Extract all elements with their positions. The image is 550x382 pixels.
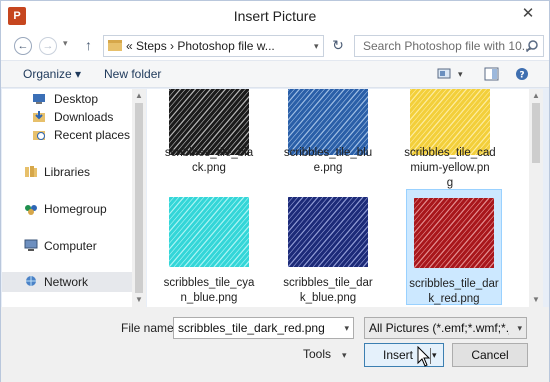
chevron-down-icon: ▾ <box>517 323 522 333</box>
scroll-up-arrow[interactable]: ▲ <box>135 91 143 100</box>
svg-text:?: ? <box>519 71 524 81</box>
folder-icon <box>108 40 122 51</box>
back-button[interactable]: ← <box>14 37 32 55</box>
file-type-select[interactable]: All Pictures (*.emf;*.wmf;*.jpg;* ▾ <box>364 317 527 339</box>
address-dropdown[interactable]: ▾ <box>314 41 319 52</box>
file-name-line: scribbles_tile_bla <box>164 147 254 159</box>
search-input[interactable]: Search Photoshop file with 10... <box>354 35 544 57</box>
sidebar-item-label: Recent places <box>54 128 131 142</box>
file-name-line: ck.png <box>192 162 226 174</box>
scroll-thumb[interactable] <box>135 103 143 293</box>
sidebar-item-label: Libraries <box>44 165 91 179</box>
file-tile[interactable]: scribbles_tile_dar k_blue.png <box>272 195 384 304</box>
file-type-value: All Pictures (*.emf;*.wmf;*.jpg;* <box>369 321 509 335</box>
sidebar-item-label: Homegroup <box>44 202 107 216</box>
sidebar-item-recent-places[interactable]: Recent places <box>2 125 132 145</box>
file-thumbnail <box>169 197 249 267</box>
sidebar-item-network[interactable]: Network <box>2 272 132 292</box>
help-icon[interactable]: ? <box>515 67 531 81</box>
sidebar-item-homegroup[interactable]: Homegroup <box>2 199 132 219</box>
window-title: Insert Picture <box>233 8 317 24</box>
view-icon[interactable] <box>437 67 453 81</box>
file-thumbnail <box>288 197 368 267</box>
mouse-pointer-icon <box>417 346 431 367</box>
tools-menu[interactable]: Tools <box>303 347 331 361</box>
file-name-line: scribbles_tile_blu <box>283 147 373 159</box>
sidebar-item-label: Computer <box>44 239 97 253</box>
organize-menu[interactable]: Organize ▾ <box>23 67 81 81</box>
insert-picture-dialog: P Insert Picture ✕ ← → ▾ ↑ « Steps › Pho… <box>0 0 550 382</box>
file-name-line: n_blue.png <box>180 292 238 304</box>
file-name-line: e.png <box>313 162 343 174</box>
file-name-value: scribbles_tile_dark_red.png <box>178 321 325 335</box>
scroll-thumb[interactable] <box>532 103 540 163</box>
sidebar-scrollbar[interactable]: ▲ ▼ <box>132 89 146 307</box>
homegroup-icon <box>25 205 37 215</box>
close-button[interactable]: ✕ <box>515 3 541 25</box>
scroll-down-arrow[interactable]: ▼ <box>135 295 143 304</box>
sidebar-item-label: Desktop <box>54 92 99 106</box>
scroll-up-arrow[interactable]: ▲ <box>532 91 540 100</box>
file-thumbnail <box>414 198 494 268</box>
file-name-line: k_red.png <box>428 293 480 305</box>
libraries-icon <box>25 166 37 177</box>
file-name-input[interactable]: scribbles_tile_dark_red.png ▾ <box>173 317 354 339</box>
sidebar-item-label: Downloads <box>54 110 114 124</box>
scroll-down-arrow[interactable]: ▼ <box>532 295 540 304</box>
file-tile[interactable]: scribbles_tile_bla ck.png <box>153 89 265 185</box>
desktop-icon <box>33 94 45 104</box>
computer-icon <box>24 239 38 251</box>
file-list-scrollbar[interactable]: ▲ ▼ <box>529 89 543 307</box>
file-tile[interactable]: scribbles_tile_blu e.png <box>272 89 384 185</box>
preview-pane-icon[interactable] <box>484 67 500 81</box>
file-name-line: mium-yellow.pn <box>410 162 490 174</box>
insert-label: Insert <box>383 348 414 362</box>
recent-places-icon <box>33 131 45 140</box>
file-tile-selected[interactable]: scribbles_tile_dar k_red.png <box>406 189 502 305</box>
sidebar-item-label: Network <box>44 275 89 289</box>
sidebar-item-desktop[interactable]: Desktop <box>2 89 132 109</box>
search-icon <box>525 40 538 53</box>
recent-locations-dropdown[interactable]: ▾ <box>63 38 68 49</box>
file-name-line: scribbles_tile_cad <box>404 147 496 159</box>
up-button[interactable]: ↑ <box>85 37 92 53</box>
file-name-line: k_blue.png <box>299 292 357 304</box>
navigation-bar: ← → ▾ ↑ « Steps › Photoshop file w... ▾ … <box>1 31 549 61</box>
sidebar-item-computer[interactable]: Computer <box>2 236 132 256</box>
title-bar: P Insert Picture ✕ <box>1 1 549 31</box>
command-toolbar: Organize ▾ New folder ▾ ? <box>1 61 549 88</box>
refresh-button[interactable]: ↻ <box>328 35 348 57</box>
file-list: scribbles_tile_bla ck.png scribbles_tile… <box>147 89 529 307</box>
address-bar[interactable]: « Steps › Photoshop file w... <box>103 35 324 57</box>
navigation-pane: Desktop Downloads Recent places Librarie… <box>2 89 132 307</box>
dialog-footer: File name: scribbles_tile_dark_red.png ▾… <box>1 307 549 382</box>
file-name-line: scribbles_tile_dar <box>283 277 373 289</box>
search-placeholder: Search Photoshop file with 10... <box>363 39 532 53</box>
address-path: « Steps › Photoshop file w... <box>126 39 275 53</box>
new-folder-button[interactable]: New folder <box>104 67 161 81</box>
network-icon <box>26 276 36 286</box>
insert-options-arrow[interactable]: ▾ <box>432 350 437 361</box>
file-tile[interactable]: scribbles_tile_cad mium-yellow.pn g <box>394 89 506 189</box>
chevron-down-icon: ▾ <box>342 350 347 360</box>
file-name-line: scribbles_tile_cya <box>163 277 255 289</box>
cancel-button[interactable]: Cancel <box>452 343 528 367</box>
forward-button[interactable]: → <box>39 37 57 55</box>
chevron-down-icon[interactable]: ▾ <box>344 323 349 334</box>
sidebar-item-libraries[interactable]: Libraries <box>2 162 132 182</box>
file-tile[interactable]: scribbles_tile_cya n_blue.png <box>153 195 265 304</box>
downloads-icon <box>33 111 45 122</box>
file-name-line: scribbles_tile_dar <box>409 278 499 290</box>
file-name-label: File name: <box>121 321 178 335</box>
view-dropdown[interactable]: ▾ <box>458 69 463 80</box>
sidebar-item-downloads[interactable]: Downloads <box>2 107 132 127</box>
